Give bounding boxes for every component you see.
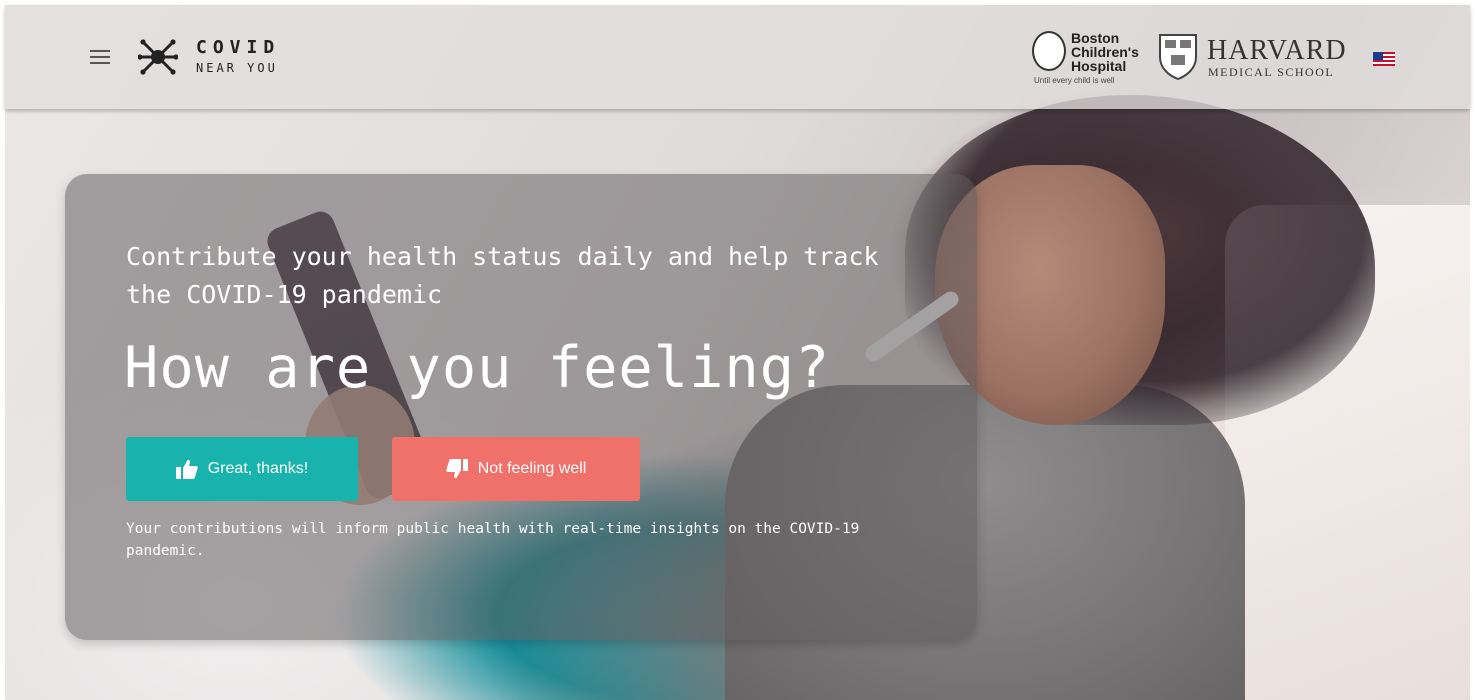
harvard-subtitle[interactable]: MEDICAL SCHOOL bbox=[1208, 65, 1334, 80]
hamburger-menu-icon[interactable] bbox=[90, 50, 110, 64]
hero-headline: How are you feeling? bbox=[124, 335, 831, 401]
not-feeling-well-button[interactable]: Not feeling well bbox=[392, 437, 640, 501]
not-feeling-well-label: Not feeling well bbox=[477, 460, 587, 477]
boston-childrens-seal-icon[interactable] bbox=[1032, 31, 1066, 71]
bch-line-3[interactable]: Hospital bbox=[1071, 58, 1126, 74]
thumbs-up-icon bbox=[175, 459, 198, 479]
virus-icon[interactable] bbox=[138, 37, 178, 77]
thumbs-down-icon bbox=[446, 459, 468, 479]
bch-tagline: Until every child is well bbox=[1034, 76, 1115, 85]
hero-subhead: Contribute your health status daily and … bbox=[126, 242, 879, 309]
harvard-name[interactable]: HARVARD bbox=[1207, 35, 1347, 67]
harvard-shield-icon[interactable] bbox=[1158, 33, 1198, 81]
us-flag-icon[interactable] bbox=[1373, 52, 1395, 66]
logo-text-sub[interactable]: NEAR YOU bbox=[196, 61, 278, 75]
great-thanks-button[interactable]: Great, thanks! bbox=[126, 437, 358, 501]
logo-text-main[interactable]: COVID bbox=[196, 37, 280, 58]
hero-disclaimer: Your contributions will inform public he… bbox=[126, 521, 860, 559]
great-thanks-label: Great, thanks! bbox=[207, 460, 309, 477]
